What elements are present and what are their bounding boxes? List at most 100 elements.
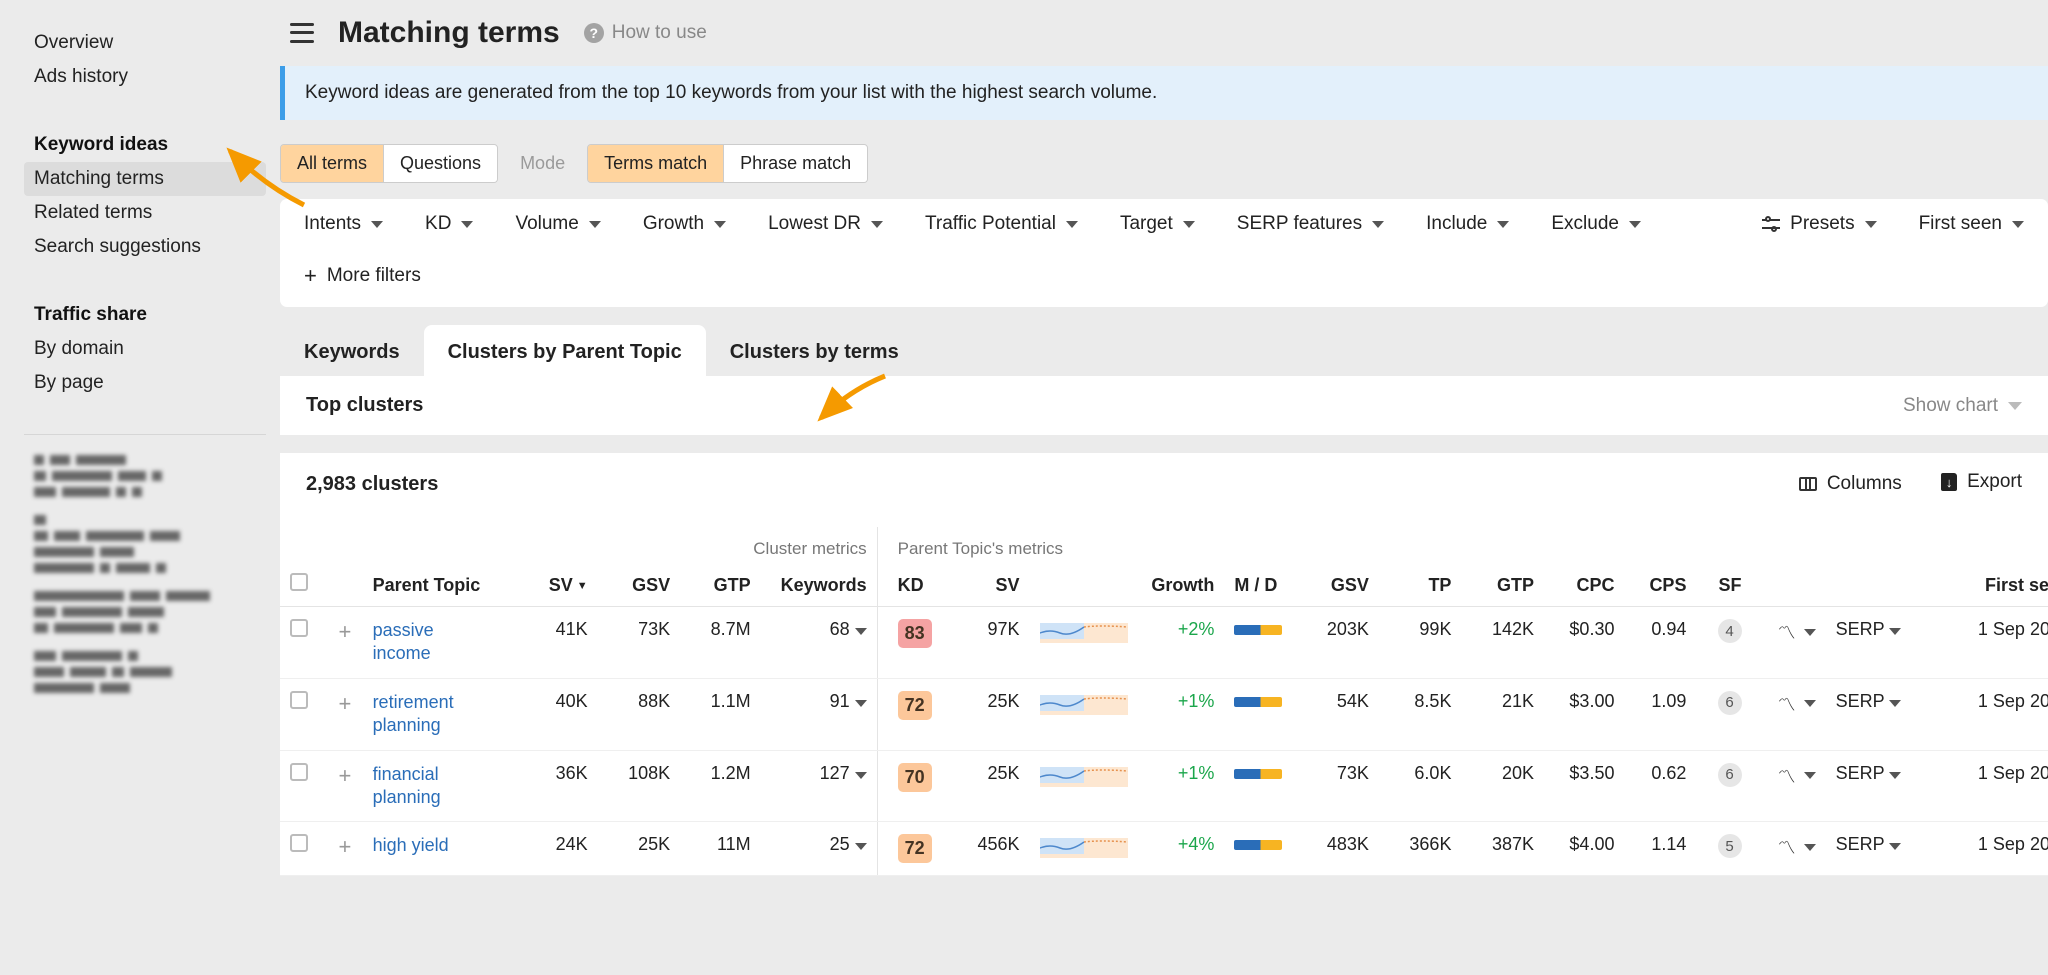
chevron-down-icon [714,221,726,228]
filter-kd[interactable]: KD [425,213,473,235]
chevron-down-icon [1066,221,1078,228]
questions-button[interactable]: Questions [383,145,497,182]
col-kd[interactable]: KD [877,561,945,607]
trend-dropdown[interactable]: 〽 [1778,834,1816,860]
presets-button[interactable]: Presets [1762,213,1876,235]
cell-keywords[interactable]: 91 [761,678,878,750]
parent-topic-link[interactable]: high yield [373,834,449,857]
more-filters-button[interactable]: +More filters [304,263,421,289]
col-gtp-cluster[interactable]: GTP [680,561,760,607]
cell-gtp-cluster: 8.7M [680,607,760,679]
sliders-icon [1762,217,1780,231]
kd-badge: 72 [898,691,932,720]
serp-dropdown[interactable]: SERP [1836,834,1902,854]
cell-gsv-cluster: 108K [598,750,681,822]
filter-include[interactable]: Include [1426,213,1509,235]
expand-row-button[interactable]: + [334,619,355,645]
sparkline-icon [1040,619,1128,643]
cell-gsv-parent: 203K [1296,607,1379,679]
all-terms-button[interactable]: All terms [281,145,383,182]
sidebar-item-by-domain[interactable]: By domain [24,332,266,366]
filter-volume[interactable]: Volume [515,213,600,235]
show-chart-toggle[interactable]: Show chart [1903,395,2022,417]
kd-badge: 83 [898,619,932,648]
cell-keywords[interactable]: 127 [761,750,878,822]
col-gsv-parent[interactable]: GSV [1296,561,1379,607]
select-all-checkbox[interactable] [290,573,308,591]
cell-growth: +4% [1178,834,1215,854]
cell-sv-cluster: 24K [521,822,597,876]
trend-dropdown[interactable]: 〽 [1778,619,1816,645]
col-md[interactable]: M / D [1224,561,1296,607]
filter-traffic-potential[interactable]: Traffic Potential [925,213,1078,235]
sidebar-item-related-terms[interactable]: Related terms [24,196,266,230]
filter-lowest-dr[interactable]: Lowest DR [768,213,883,235]
columns-button[interactable]: Columns [1799,473,1902,495]
row-checkbox[interactable] [290,763,308,781]
sf-badge: 4 [1718,619,1742,643]
serp-dropdown[interactable]: SERP [1836,619,1902,639]
parent-topic-link[interactable]: retirement planning [373,691,493,738]
tab-keywords[interactable]: Keywords [280,325,424,376]
filter-serp-features[interactable]: SERP features [1237,213,1384,235]
filter-exclude[interactable]: Exclude [1551,213,1641,235]
row-checkbox[interactable] [290,834,308,852]
mode-label: Mode [512,153,573,174]
match-mode-toggle: Terms match Phrase match [587,144,868,183]
row-checkbox[interactable] [290,619,308,637]
filter-first-seen[interactable]: First seen [1919,213,2024,235]
terms-match-button[interactable]: Terms match [588,145,723,182]
col-tp[interactable]: TP [1379,561,1462,607]
col-first-seen[interactable]: First seen [1931,561,2048,607]
sidebar-item-ads-history[interactable]: Ads history [24,60,266,94]
sidebar-item-matching-terms[interactable]: Matching terms [24,162,266,196]
sidebar-item-search-suggestions[interactable]: Search suggestions [24,230,266,264]
sidebar-item-by-page[interactable]: By page [24,366,266,400]
kd-badge: 70 [898,763,932,792]
col-keywords[interactable]: Keywords [761,561,878,607]
expand-row-button[interactable]: + [334,763,355,789]
info-banner: Keyword ideas are generated from the top… [280,66,2048,120]
filter-target[interactable]: Target [1120,213,1195,235]
how-to-use-link[interactable]: ? How to use [584,22,707,44]
expand-row-button[interactable]: + [334,834,355,860]
col-sf[interactable]: SF [1696,561,1751,607]
filter-intents[interactable]: Intents [304,213,383,235]
cell-gtp-parent: 20K [1461,750,1544,822]
tab-clusters-terms[interactable]: Clusters by terms [706,325,923,376]
table-row: +high yield24K25K11M25 72456K+4%483K366K… [280,822,2048,876]
cell-growth: +2% [1178,619,1215,639]
serp-dropdown[interactable]: SERP [1836,691,1902,711]
serp-dropdown[interactable]: SERP [1836,763,1902,783]
cell-gsv-parent: 483K [1296,822,1379,876]
row-checkbox[interactable] [290,691,308,709]
chevron-down-icon [2008,402,2022,410]
col-gsv-cluster[interactable]: GSV [598,561,681,607]
trend-icon: 〽 [1778,763,1796,789]
parent-topic-link[interactable]: financial planning [373,763,493,810]
phrase-match-button[interactable]: Phrase match [723,145,867,182]
col-parent-topic[interactable]: Parent Topic [363,561,522,607]
cell-gtp-parent: 387K [1461,822,1544,876]
col-cpc[interactable]: CPC [1544,561,1624,607]
export-button[interactable]: Export [1941,471,2022,493]
cell-keywords[interactable]: 25 [761,822,878,876]
export-icon [1941,473,1957,491]
col-gtp-parent[interactable]: GTP [1461,561,1544,607]
menu-toggle-icon[interactable] [290,23,314,43]
tab-clusters-parent-topic[interactable]: Clusters by Parent Topic [424,325,706,376]
col-cps[interactable]: CPS [1624,561,1696,607]
sidebar-item-overview[interactable]: Overview [24,26,266,60]
col-sv-cluster[interactable]: SV▼ [521,561,597,607]
trend-dropdown[interactable]: 〽 [1778,691,1816,717]
col-growth[interactable]: Growth [1135,561,1224,607]
sf-badge: 5 [1718,834,1742,858]
cell-keywords[interactable]: 68 [761,607,878,679]
col-sv-parent[interactable]: SV [945,561,1030,607]
terms-questions-toggle: All terms Questions [280,144,498,183]
filter-growth[interactable]: Growth [643,213,726,235]
trend-dropdown[interactable]: 〽 [1778,763,1816,789]
col-serp[interactable] [1826,561,1932,607]
expand-row-button[interactable]: + [334,691,355,717]
parent-topic-link[interactable]: passive income [373,619,493,666]
